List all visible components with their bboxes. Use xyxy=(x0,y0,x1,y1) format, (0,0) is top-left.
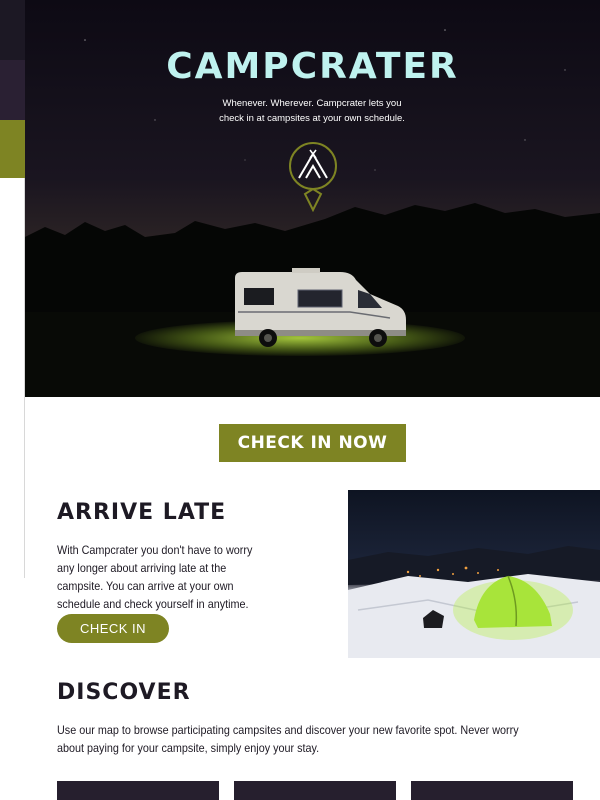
accent-strip-dark xyxy=(0,0,25,60)
tent-pin-icon xyxy=(289,142,337,212)
accent-strip-purple xyxy=(0,60,25,120)
arrive-late-heading: ARRIVE LATE xyxy=(57,500,227,525)
arrive-late-text: With Campcrater you don't have to worry … xyxy=(57,543,253,611)
campsite-card[interactable] xyxy=(411,781,573,800)
discover-heading: DISCOVER xyxy=(57,680,191,705)
campsite-card[interactable] xyxy=(234,781,396,800)
check-in-button[interactable]: CHECK IN xyxy=(57,614,169,643)
brand-tagline: Whenever. Wherever. Campcrater lets you … xyxy=(219,98,405,124)
camper-van-image xyxy=(235,268,406,347)
campsite-card[interactable] xyxy=(57,781,219,800)
check-in-now-button[interactable]: CHECK IN NOW xyxy=(219,424,406,462)
accent-strip-olive xyxy=(0,120,25,178)
brand-title: CAMPCRATER xyxy=(166,46,459,87)
tent-scene xyxy=(348,546,600,658)
discover-text: Use our map to browse participating camp… xyxy=(57,723,519,755)
hero-section: CAMPCRATER Whenever. Wherever. Campcrate… xyxy=(25,0,600,397)
tent-photo xyxy=(348,490,600,658)
